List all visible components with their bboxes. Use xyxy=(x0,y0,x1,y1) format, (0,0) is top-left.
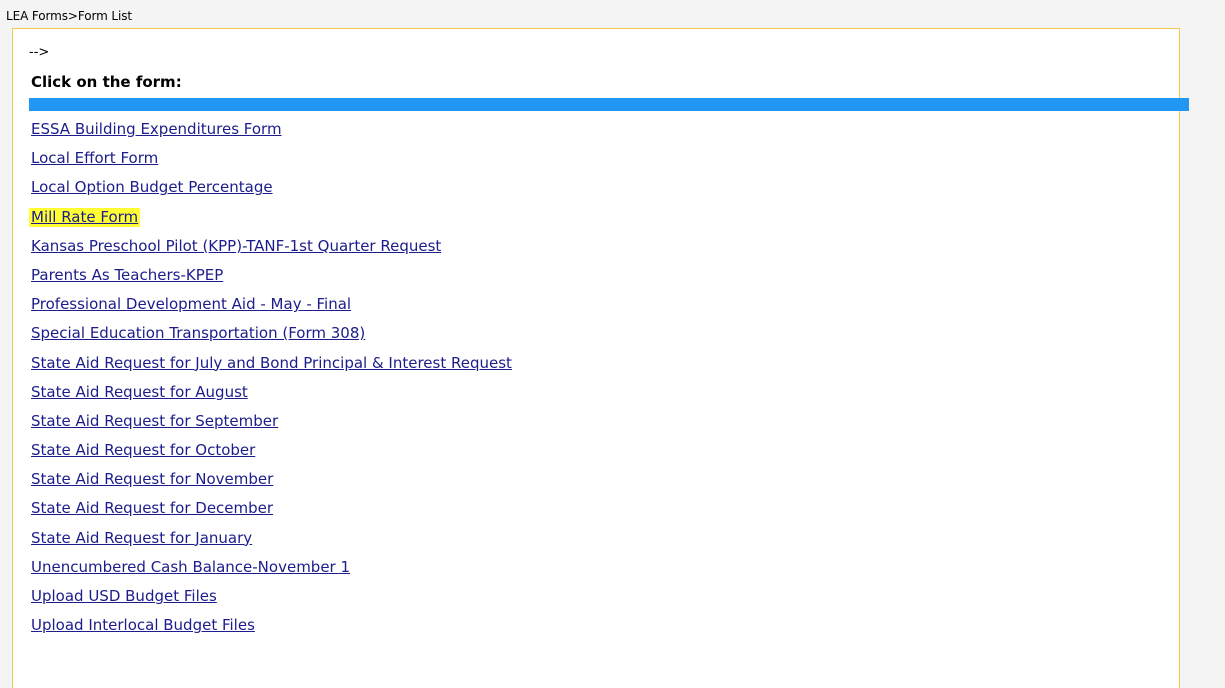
form-link-professional-development-aid-may-final[interactable]: Professional Development Aid - May - Fin… xyxy=(31,295,351,313)
form-link-state-aid-request-for-september[interactable]: State Aid Request for September xyxy=(31,412,278,430)
form-link-upload-usd-budget-files[interactable]: Upload USD Budget Files xyxy=(31,587,217,605)
list-item: Upload USD Budget Files xyxy=(31,585,512,614)
form-link-local-option-budget-percentage[interactable]: Local Option Budget Percentage xyxy=(31,178,273,196)
list-item: Unencumbered Cash Balance-November 1 xyxy=(31,556,512,585)
form-link-upload-interlocal-budget-files[interactable]: Upload Interlocal Budget Files xyxy=(31,616,255,634)
form-list-panel: --> Click on the form: ESSA Building Exp… xyxy=(12,28,1189,688)
form-link-state-aid-request-for-december[interactable]: State Aid Request for December xyxy=(31,499,273,517)
form-link-kansas-preschool-pilot-kpp-tanf-1st-quarter-request[interactable]: Kansas Preschool Pilot (KPP)-TANF-1st Qu… xyxy=(31,237,441,255)
breadcrumb: LEA Forms>Form List xyxy=(6,9,132,23)
list-item: State Aid Request for January xyxy=(31,527,512,556)
form-link-unencumbered-cash-balance-november-1[interactable]: Unencumbered Cash Balance-November 1 xyxy=(31,558,350,576)
stray-comment-text: --> xyxy=(29,45,50,60)
form-link-parents-as-teachers-kpep[interactable]: Parents As Teachers-KPEP xyxy=(31,266,223,284)
list-item: Upload Interlocal Budget Files xyxy=(31,614,512,643)
form-link-state-aid-request-for-july-and-bond-principal-interest-request[interactable]: State Aid Request for July and Bond Prin… xyxy=(31,354,512,372)
form-link-essa-building-expenditures-form[interactable]: ESSA Building Expenditures Form xyxy=(31,120,282,138)
list-item: ESSA Building Expenditures Form xyxy=(31,118,512,147)
list-item: State Aid Request for December xyxy=(31,497,512,526)
list-item: Local Effort Form xyxy=(31,147,512,176)
form-list: ESSA Building Expenditures Form Local Eff… xyxy=(29,118,512,643)
form-link-state-aid-request-for-november[interactable]: State Aid Request for November xyxy=(31,470,273,488)
form-link-special-education-transportation-form-308[interactable]: Special Education Transportation (Form 3… xyxy=(31,324,365,342)
list-item: Special Education Transportation (Form 3… xyxy=(31,322,512,351)
list-item: State Aid Request for November xyxy=(31,468,512,497)
list-item: Parents As Teachers-KPEP xyxy=(31,264,512,293)
form-link-state-aid-request-for-october[interactable]: State Aid Request for October xyxy=(31,441,255,459)
form-link-mill-rate-form[interactable]: Mill Rate Form xyxy=(29,207,141,227)
form-link-local-effort-form[interactable]: Local Effort Form xyxy=(31,149,158,167)
list-item: State Aid Request for August xyxy=(31,381,512,410)
list-item: State Aid Request for July and Bond Prin… xyxy=(31,352,512,381)
form-link-state-aid-request-for-august[interactable]: State Aid Request for August xyxy=(31,383,248,401)
list-item: Kansas Preschool Pilot (KPP)-TANF-1st Qu… xyxy=(31,235,512,264)
form-list-heading: Click on the form: xyxy=(31,73,182,91)
list-item: Mill Rate Form xyxy=(29,206,512,235)
list-item: State Aid Request for September xyxy=(31,410,512,439)
header-divider-bar xyxy=(29,98,1189,111)
form-link-state-aid-request-for-january[interactable]: State Aid Request for January xyxy=(31,529,252,547)
list-item: Professional Development Aid - May - Fin… xyxy=(31,293,512,322)
list-item: Local Option Budget Percentage xyxy=(31,176,512,205)
list-item: State Aid Request for October xyxy=(31,439,512,468)
